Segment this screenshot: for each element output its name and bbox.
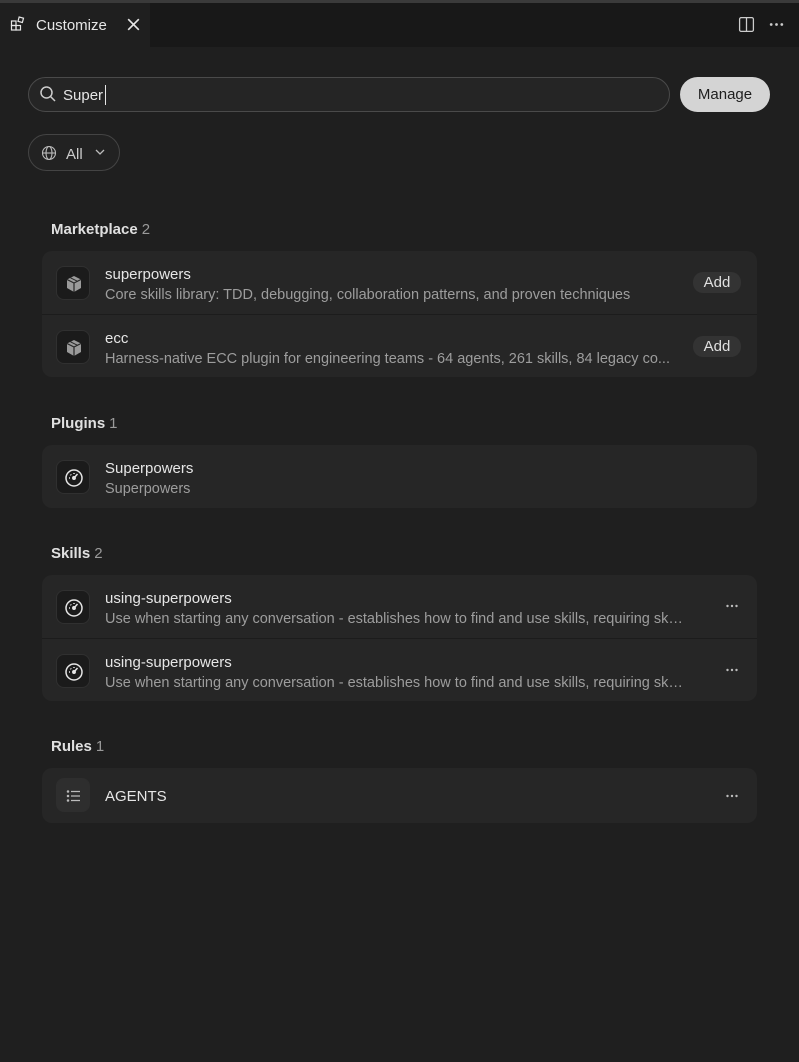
tab-bar: Customize (0, 3, 799, 47)
list-item[interactable]: superpowers Core skills library: TDD, de… (42, 251, 757, 314)
globe-icon (41, 145, 57, 161)
search-icon (40, 86, 56, 102)
section-count: 2 (94, 545, 103, 562)
more-actions-icon[interactable] (725, 663, 739, 677)
text-caret (105, 85, 106, 105)
section-marketplace-heading: Marketplace 2 (51, 221, 150, 238)
item-title: AGENTS (105, 788, 167, 805)
item-description: Use when starting any conversation - est… (105, 611, 685, 627)
list-item[interactable]: using-superpowers Use when starting any … (42, 575, 757, 638)
section-title: Rules (51, 738, 92, 755)
scope-filter-dropdown[interactable]: All (28, 134, 120, 171)
item-description: Core skills library: TDD, debugging, col… (105, 287, 631, 303)
item-description: Superpowers (105, 481, 191, 497)
marketplace-list: superpowers Core skills library: TDD, de… (42, 251, 757, 377)
list-item[interactable]: Superpowers Superpowers (42, 445, 757, 508)
list-icon (56, 778, 90, 812)
plugins-list: Superpowers Superpowers (42, 445, 757, 508)
rules-list: AGENTS (42, 768, 757, 823)
section-title: Plugins (51, 415, 106, 432)
split-editor-icon[interactable] (738, 16, 755, 33)
item-title: using-superpowers (105, 654, 232, 671)
add-button[interactable]: Add (693, 272, 741, 293)
close-icon[interactable] (125, 16, 142, 33)
more-actions-icon[interactable] (768, 16, 785, 33)
list-item[interactable]: using-superpowers Use when starting any … (42, 638, 757, 701)
search-box (28, 77, 670, 112)
search-input[interactable] (63, 85, 653, 105)
add-button[interactable]: Add (693, 336, 741, 357)
section-title: Marketplace (51, 221, 138, 238)
item-title: superpowers (105, 266, 191, 283)
gauge-icon (56, 590, 90, 624)
item-description: Harness-native ECC plugin for engineerin… (105, 351, 670, 367)
item-title: ecc (105, 330, 129, 347)
more-actions-icon[interactable] (725, 599, 739, 613)
item-title: using-superpowers (105, 590, 232, 607)
list-item[interactable]: AGENTS (42, 768, 757, 823)
more-actions-icon[interactable] (725, 789, 739, 803)
section-plugins-heading: Plugins 1 (51, 415, 118, 432)
section-rules-heading: Rules 1 (51, 738, 104, 755)
section-count: 1 (95, 738, 105, 755)
section-count: 2 (141, 221, 151, 238)
section-skills-heading: Skills 2 (51, 545, 103, 562)
section-title: Skills (51, 545, 91, 562)
item-title: Superpowers (105, 460, 194, 477)
manage-button[interactable]: Manage (680, 77, 770, 112)
filter-label: All (66, 146, 83, 163)
gauge-icon (56, 654, 90, 688)
tab-customize[interactable]: Customize (0, 3, 150, 47)
package-icon (56, 330, 90, 364)
gauge-icon (56, 460, 90, 494)
skills-list: using-superpowers Use when starting any … (42, 575, 757, 701)
item-description: Use when starting any conversation - est… (105, 675, 685, 691)
list-item[interactable]: ecc Harness-native ECC plugin for engine… (42, 314, 757, 377)
section-count: 1 (109, 415, 118, 432)
package-icon (56, 266, 90, 300)
extensions-icon (10, 16, 25, 31)
chevron-down-icon (95, 149, 105, 155)
tab-label: Customize (36, 17, 107, 34)
